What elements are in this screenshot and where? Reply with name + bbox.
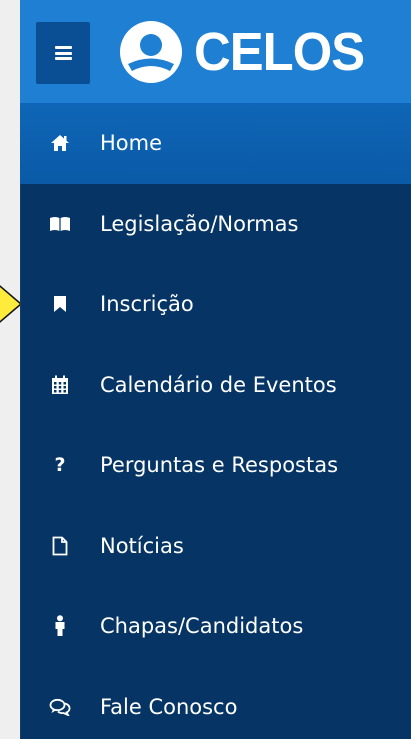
bookmark-icon (48, 292, 72, 316)
calendar-icon (48, 373, 72, 397)
brand-logo[interactable]: CELOS (112, 18, 374, 86)
hamburger-icon (54, 46, 72, 60)
nav-item-perguntas-e-respostas[interactable]: ? Perguntas e Respostas (20, 425, 411, 506)
sidebar: CELOS Home Legislação/Normas Inscrição C… (20, 0, 411, 739)
nav-label-fale-conosco: Fale Conosco (100, 694, 238, 719)
menu-toggle-button[interactable] (36, 22, 90, 84)
nav-label-inscricao: Inscrição (100, 292, 194, 317)
question-icon: ? (54, 453, 66, 476)
nav-label-noticias: Notícias (100, 533, 184, 558)
nav-item-calendario-de-eventos[interactable]: Calendário de Eventos (20, 345, 411, 426)
nav-label-home: Home (100, 131, 163, 156)
nav-label-chapas-candidatos: Chapas/Candidatos (100, 614, 304, 639)
sidebar-header: CELOS (20, 0, 411, 103)
main-nav-list: Home Legislação/Normas Inscrição Calendá… (20, 103, 411, 739)
person-icon (48, 614, 72, 638)
nav-item-home[interactable]: Home (20, 103, 411, 184)
document-icon (48, 534, 72, 558)
app-stage: CELOS Home Legislação/Normas Inscrição C… (0, 0, 411, 739)
nav-item-inscricao[interactable]: Inscrição (20, 264, 411, 345)
book-icon (48, 212, 72, 236)
nav-item-chapas-candidatos[interactable]: Chapas/Candidatos (20, 586, 411, 667)
brand-name: CELOS (194, 22, 365, 82)
nav-label-perguntas-e-respostas: Perguntas e Respostas (100, 453, 339, 478)
celos-logo-mark-icon (120, 21, 182, 83)
pointer-arrow-icon (0, 285, 22, 323)
nav-label-calendario-de-eventos: Calendário de Eventos (100, 372, 337, 397)
nav-label-legislacao-normas: Legislação/Normas (100, 211, 299, 236)
chat-icon (48, 695, 72, 719)
home-icon (48, 131, 72, 155)
nav-item-noticias[interactable]: Notícias (20, 506, 411, 587)
nav-item-fale-conosco[interactable]: Fale Conosco (20, 667, 411, 739)
nav-item-legislacao-normas[interactable]: Legislação/Normas (20, 184, 411, 265)
